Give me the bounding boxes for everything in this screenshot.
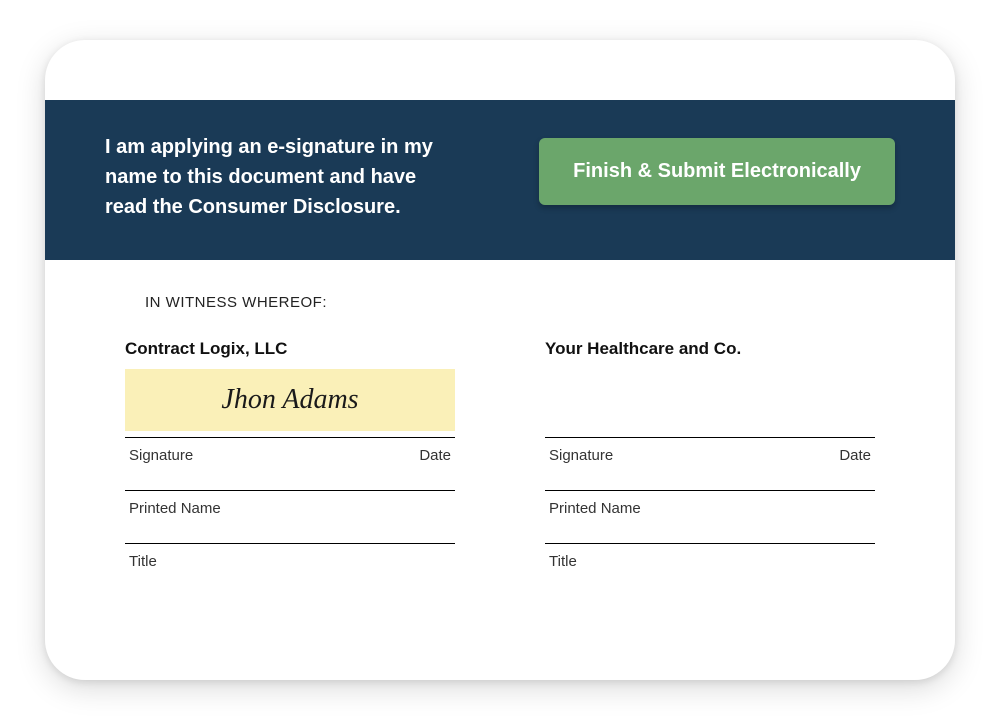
party-left: Contract Logix, LLC Jhon Adams Signature… xyxy=(125,339,455,596)
witness-heading: IN WITNESS WHEREOF: xyxy=(125,294,875,311)
signature-date-row-right: Signature Date xyxy=(545,437,875,490)
header-band: I am applying an e-signature in my name … xyxy=(45,100,955,260)
signature-box-right[interactable] xyxy=(545,369,875,431)
title-label: Title xyxy=(549,553,577,570)
party-name-right: Your Healthcare and Co. xyxy=(545,339,875,359)
title-row-left: Title xyxy=(125,543,455,596)
printed-name-label: Printed Name xyxy=(549,500,641,517)
printed-name-row-right: Printed Name xyxy=(545,490,875,543)
disclosure-text: I am applying an e-signature in my name … xyxy=(105,132,440,222)
signature-value-left: Jhon Adams xyxy=(221,384,358,416)
date-label: Date xyxy=(839,447,871,464)
title-row-right: Title xyxy=(545,543,875,596)
parties-row: Contract Logix, LLC Jhon Adams Signature… xyxy=(125,339,875,596)
party-name-left: Contract Logix, LLC xyxy=(125,339,455,359)
signature-label: Signature xyxy=(549,447,613,464)
signature-label: Signature xyxy=(129,447,193,464)
party-right: Your Healthcare and Co. Signature Date P… xyxy=(545,339,875,596)
signature-box-left[interactable]: Jhon Adams xyxy=(125,369,455,431)
signature-date-row-left: Signature Date xyxy=(125,437,455,490)
title-label: Title xyxy=(129,553,157,570)
document-body: IN WITNESS WHEREOF: Contract Logix, LLC … xyxy=(45,260,955,626)
printed-name-label: Printed Name xyxy=(129,500,221,517)
printed-name-row-left: Printed Name xyxy=(125,490,455,543)
finish-submit-button[interactable]: Finish & Submit Electronically xyxy=(539,138,895,205)
date-label: Date xyxy=(419,447,451,464)
esignature-card: I am applying an e-signature in my name … xyxy=(45,40,955,680)
